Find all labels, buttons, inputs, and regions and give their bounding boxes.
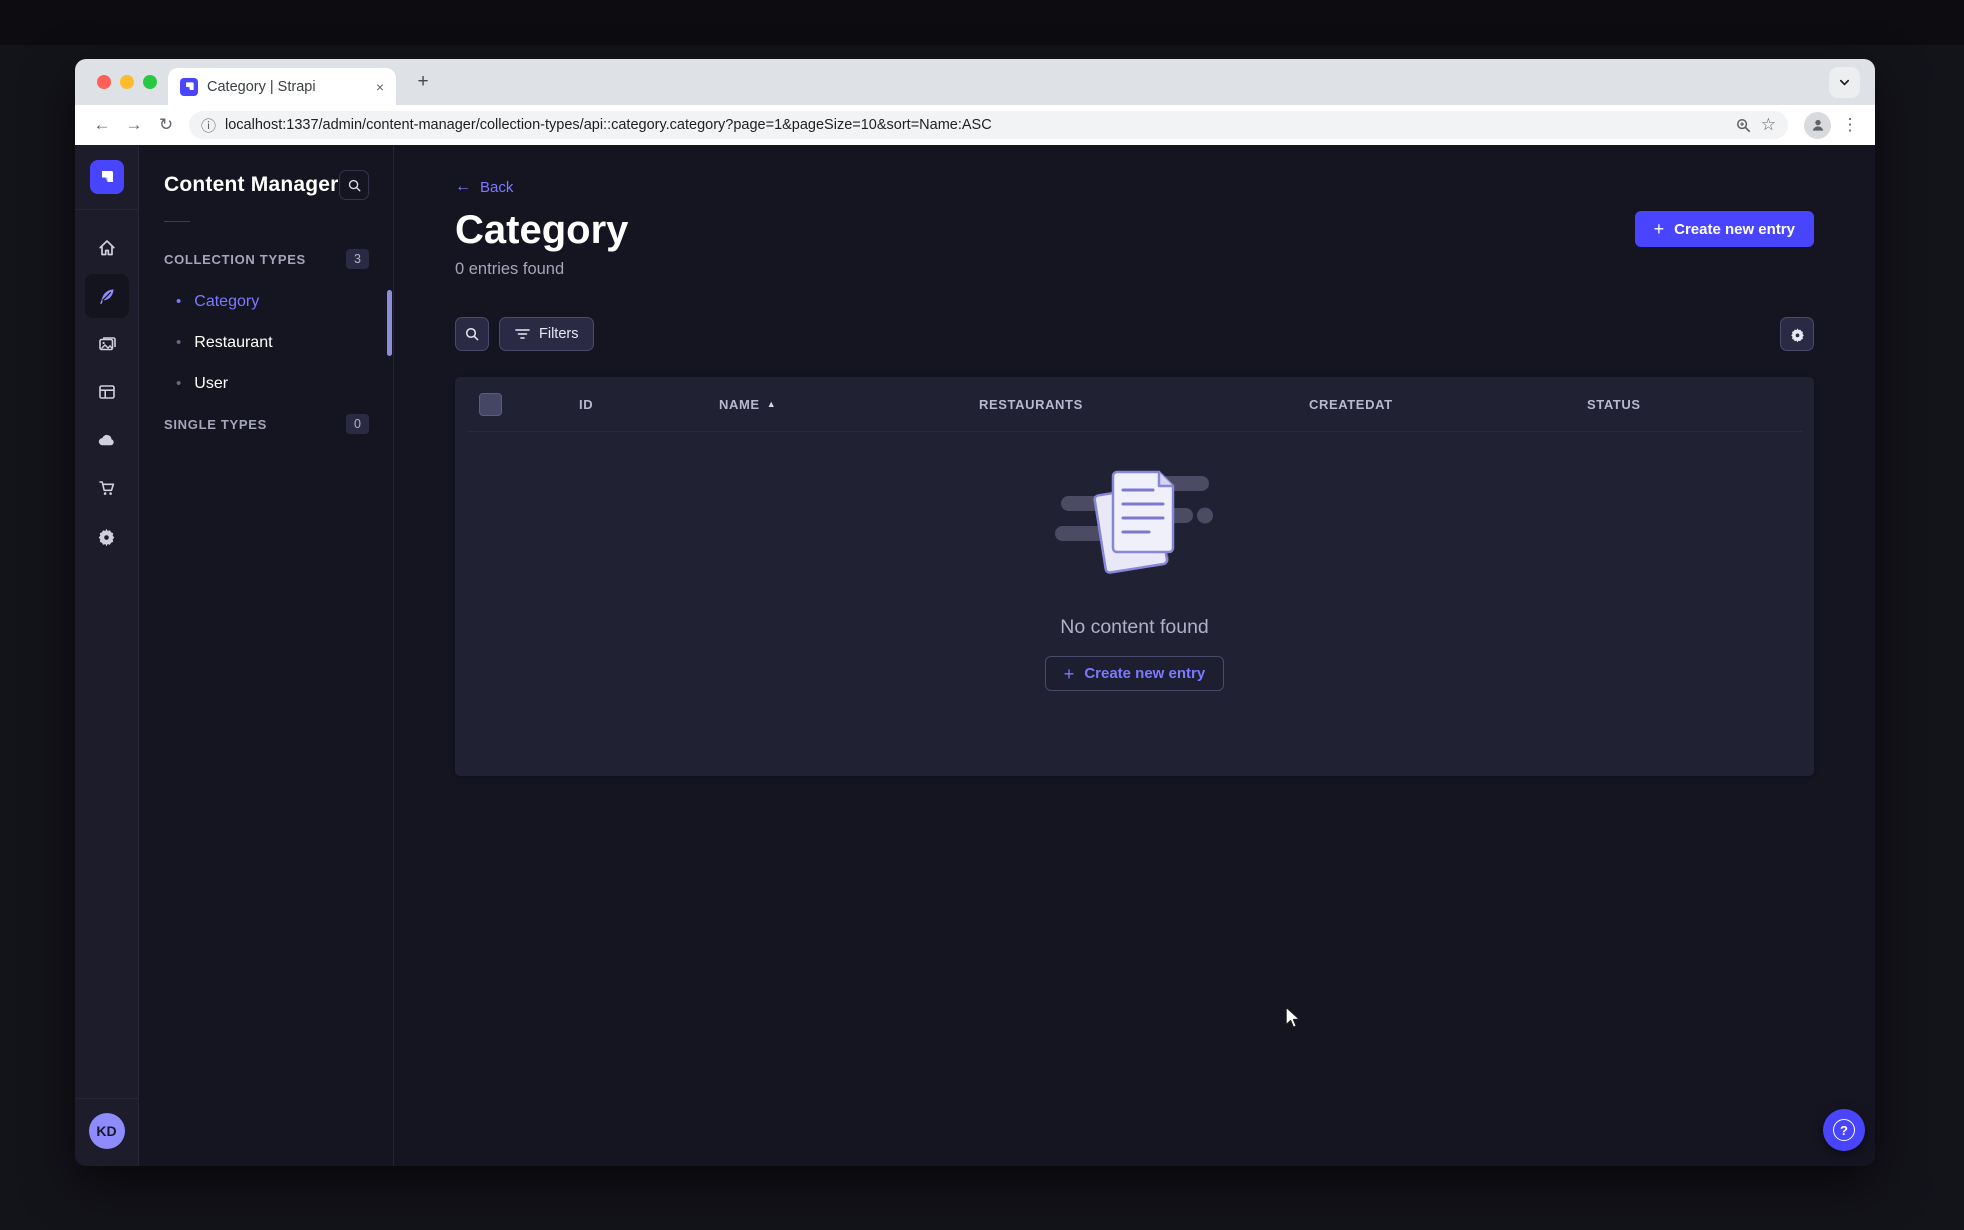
filter-icon [515,329,530,339]
single-types-header: SINGLE TYPES 0 [164,414,369,434]
select-all-checkbox[interactable] [479,392,502,416]
rail-bottom: KD [75,1098,138,1166]
nav-marketplace-button[interactable] [83,464,131,512]
minimize-window-button[interactable] [120,75,134,89]
sidebar-item-category[interactable]: • Category [164,281,369,322]
nav-deploy-button[interactable] [83,416,131,464]
entries-table: ID NAME ▲ RESTAURANTS CREATEDAT STATUS N… [455,377,1814,776]
gear-icon [98,528,115,546]
view-settings-button[interactable] [1780,317,1814,351]
tab-search-button[interactable] [1829,67,1860,98]
chevron-down-icon [1839,79,1850,86]
browser-profile-avatar[interactable] [1804,111,1831,139]
desktop-wallpaper-band [0,0,1964,45]
browser-tab-active[interactable]: Category | Strapi × [168,68,396,105]
gear-icon [1790,327,1804,342]
url-text: localhost:1337/admin/content-manager/col… [225,117,992,133]
browser-toolbar: ← → ↻ ⓘ localhost:1337/admin/content-man… [75,105,1875,145]
strapi-favicon-icon [180,77,198,96]
zoom-window-button[interactable] [143,75,157,89]
search-icon [348,179,360,191]
column-header-id[interactable]: ID [579,397,719,412]
user-avatar[interactable]: KD [88,1113,125,1149]
nav-content-manager-button[interactable] [84,274,129,318]
nav-media-library-button[interactable] [83,320,131,368]
column-header-restaurants[interactable]: RESTAURANTS [979,397,1309,412]
address-bar[interactable]: ⓘ localhost:1337/admin/content-manager/c… [189,111,1788,139]
window-controls [97,75,157,89]
home-icon [98,240,115,256]
column-header-createdat[interactable]: CREATEDAT [1309,397,1587,412]
sidebar-item-restaurant[interactable]: • Restaurant [164,322,369,363]
panel-scrollbar-thumb[interactable] [387,290,392,356]
help-icon: ? [1833,1119,1855,1141]
plus-icon: + [1653,219,1665,239]
back-label: Back [480,178,514,196]
empty-state: No content found + Create new entry [455,432,1814,691]
bullet-icon: • [176,334,182,351]
column-header-name[interactable]: NAME ▲ [719,397,979,412]
new-tab-button[interactable]: + [409,68,437,96]
layout-icon [98,385,115,399]
bookmark-star-icon[interactable]: ☆ [1761,115,1776,135]
cart-icon [98,481,114,495]
empty-documents-illustration [1054,470,1213,574]
site-info-icon[interactable]: ⓘ [201,115,216,136]
feather-icon [100,288,114,304]
panel-title: Content Manager [164,173,339,196]
browser-menu-icon[interactable]: ⋮ [1837,115,1863,135]
nav-settings-button[interactable] [83,512,131,560]
nav-home-button[interactable] [83,224,131,272]
strapi-logo-icon[interactable] [89,160,124,194]
table-header-row: ID NAME ▲ RESTAURANTS CREATEDAT STATUS [455,377,1814,431]
page-title: Category [455,208,629,252]
collection-types-label: COLLECTION TYPES [164,251,306,267]
reload-button[interactable]: ↻ [151,110,181,140]
content-manager-panel: Content Manager COLLECTION TYPES 3 • Cat… [139,145,394,1166]
collection-types-count-badge: 3 [346,249,369,269]
back-arrow-icon: ← [455,178,471,195]
forward-button[interactable]: → [119,110,149,140]
zoom-level-icon[interactable] [1735,117,1752,134]
search-icon [465,327,479,341]
single-types-label: SINGLE TYPES [164,416,268,432]
panel-search-button[interactable] [339,170,369,200]
images-icon [98,337,116,351]
back-link[interactable]: ← Back [455,178,513,196]
single-types-count-badge: 0 [346,414,369,434]
panel-divider [164,221,190,222]
rail-nav [83,224,131,560]
main-content: ← Back Category 0 entries found + Create… [394,145,1875,1166]
browser-tabstrip: Category | Strapi × + [75,59,1875,105]
tab-close-icon[interactable]: × [374,79,386,95]
entries-count: 0 entries found [455,260,565,278]
close-window-button[interactable] [97,75,111,89]
column-header-status[interactable]: STATUS [1587,397,1790,412]
nav-content-type-builder-button[interactable] [83,368,131,416]
bullet-icon: • [176,293,182,310]
create-new-entry-button[interactable]: + Create new entry [1634,211,1814,247]
collection-types-list: • Category • Restaurant • User [164,281,369,404]
main-nav-rail: KD [75,145,139,1166]
bullet-icon: • [176,375,182,392]
strapi-app: KD Content Manager COLLECTION TYPES 3 • … [75,145,1875,1166]
rail-divider [75,209,138,210]
sort-asc-icon: ▲ [766,399,777,409]
filters-button[interactable]: Filters [499,317,595,351]
list-actions-row: Filters [455,317,1814,351]
back-button[interactable]: ← [87,110,117,140]
cloud-icon [98,434,114,445]
help-button[interactable]: ? [1823,1109,1865,1151]
person-icon [1812,119,1823,131]
empty-create-new-entry-button[interactable]: + Create new entry [1044,656,1225,691]
sidebar-item-user[interactable]: • User [164,363,369,404]
table-search-button[interactable] [455,317,489,351]
tab-title: Category | Strapi [207,78,316,95]
browser-window: Category | Strapi × + ← → ↻ ⓘ localhost:… [75,59,1875,1166]
collection-types-header: COLLECTION TYPES 3 [164,249,369,269]
empty-state-message: No content found [1060,616,1209,638]
plus-icon: + [1063,663,1075,684]
